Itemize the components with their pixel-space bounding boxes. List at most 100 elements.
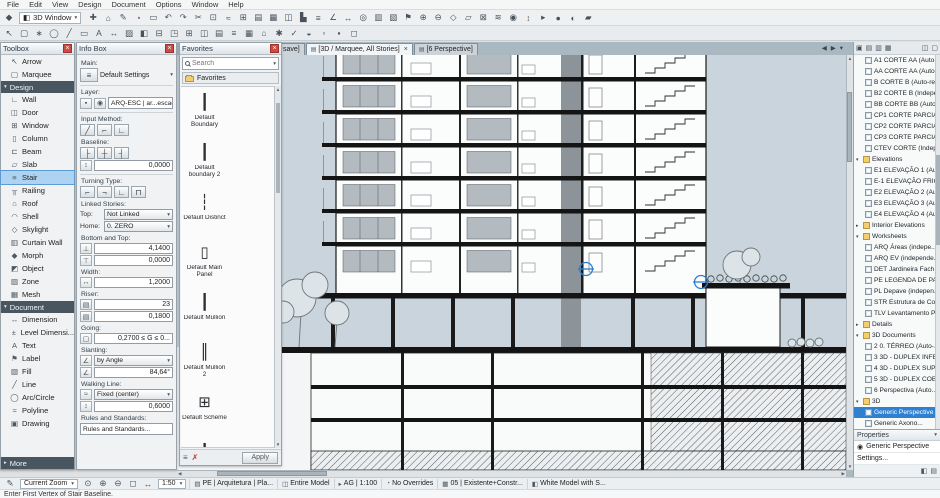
navigator-tree-item[interactable]: E2 ELEVAÇÃO 2 (Au... xyxy=(854,187,935,198)
menu-item[interactable]: Design xyxy=(73,0,106,10)
apply-button[interactable]: Apply xyxy=(242,452,278,464)
navigator-tree-item[interactable]: 5 3D - DUPLEX COBE... xyxy=(854,374,935,385)
navigator-scroll-thumb[interactable] xyxy=(936,155,940,245)
bottom-offset-field[interactable]: 4,1400 xyxy=(94,243,173,254)
toolbar-icon[interactable]: ▱ xyxy=(461,11,475,24)
toolbar-icon[interactable]: ▦ xyxy=(266,11,280,24)
toolbar-icon[interactable]: ▪ xyxy=(332,27,346,40)
navigator-map-icon[interactable]: ▦ xyxy=(885,44,892,52)
favorite-item[interactable]: ┆ Default Distinct xyxy=(181,187,228,237)
cancel-icon[interactable]: ✗ xyxy=(192,453,199,462)
navigator-tree-item[interactable]: B CORTE B (Auto-re... xyxy=(854,77,935,88)
toolbar-icon[interactable]: ✚ xyxy=(86,11,100,24)
quick-option-chip[interactable]: ◔ No Overrides xyxy=(381,479,437,489)
toolbar-icon[interactable]: ∗ xyxy=(32,27,46,40)
toolbar-icon[interactable]: ↶ xyxy=(161,11,175,24)
navigator-option-icon[interactable]: ▢ xyxy=(931,44,938,52)
width-field[interactable]: 1,2000 xyxy=(94,277,173,288)
favorites-scroll-thumb[interactable] xyxy=(276,103,280,193)
expand-arrow-icon[interactable]: ▾ xyxy=(856,157,861,163)
navigator-tree-item[interactable]: ARQ EV (independe... xyxy=(854,253,935,264)
toolbar-icon[interactable]: ≋ xyxy=(491,11,505,24)
slant-angle-field[interactable]: 84,64° xyxy=(94,367,173,378)
toolbar-icon[interactable]: ◎ xyxy=(356,11,370,24)
properties-footer-icon[interactable]: ◧ xyxy=(921,467,928,475)
toolbar-icon[interactable]: ∠ xyxy=(326,11,340,24)
expand-arrow-icon[interactable]: ▾ xyxy=(856,234,861,240)
toolbar-icon[interactable]: ◒ xyxy=(302,27,316,40)
top-link-dropdown[interactable]: Not Linked ▾ xyxy=(104,209,173,220)
toolbar-icon[interactable]: ≡ xyxy=(227,27,241,40)
toolbar-icon[interactable]: ↖ xyxy=(2,27,16,40)
toolbox-item[interactable]: ⌂ Roof xyxy=(1,197,74,210)
toolbox-item[interactable]: ± Level Dimensi... xyxy=(1,326,74,339)
toolbar-icon[interactable]: ⊖ xyxy=(431,11,445,24)
navigator-tree-item[interactable]: E3 ELEVAÇÃO 3 (Au... xyxy=(854,198,935,209)
toolbar-icon[interactable]: ◫ xyxy=(281,11,295,24)
navigator-tree-item[interactable]: ▾ 3D xyxy=(854,396,935,407)
toolbox-item[interactable]: ⊞ Window xyxy=(1,119,74,132)
scroll-down-icon[interactable]: ▼ xyxy=(276,442,280,447)
tab-scroll-icon[interactable]: ▾ xyxy=(840,44,843,52)
toolbox-item[interactable]: ▨ Zone xyxy=(1,275,74,288)
close-icon[interactable]: × xyxy=(165,44,174,53)
toolbox-item[interactable]: ▥ Curtain Wall xyxy=(1,236,74,249)
properties-footer-icon[interactable]: ▤ xyxy=(930,467,937,475)
menu-item[interactable]: Window xyxy=(187,0,224,10)
toolbar-icon[interactable]: ▤ xyxy=(251,11,265,24)
favorite-item[interactable]: ⊞ Default Scheme xyxy=(181,387,228,437)
layer-lock-icon[interactable]: ▪ xyxy=(80,98,92,109)
scroll-down-icon[interactable]: ▼ xyxy=(848,464,852,469)
toolbar-icon[interactable]: ⊞ xyxy=(182,27,196,40)
baseline-option[interactable]: ┼ xyxy=(97,147,112,159)
navigator-tree-item[interactable]: ▾ Elevations xyxy=(854,154,935,165)
navigator-tree-item[interactable]: 6 Perspectiva (Auto... xyxy=(854,385,935,396)
toolbar-icon[interactable]: ▸ xyxy=(536,11,550,24)
toolbox-item[interactable]: ⚑ Label xyxy=(1,352,74,365)
favorite-item[interactable]: ┃ Default Boundary xyxy=(181,87,228,137)
navigator-tree-item[interactable]: TLV Levantamento P... xyxy=(854,308,935,319)
favorite-item[interactable]: ┃ Default Mullion xyxy=(181,287,228,337)
toolbar-icon[interactable]: ↕ xyxy=(521,11,535,24)
search-input[interactable] xyxy=(192,60,271,67)
turning-type-option[interactable]: ¬ xyxy=(97,186,112,198)
navigator-map-icon[interactable]: ▥ xyxy=(875,44,882,52)
rules-selector[interactable]: Rules and Standards... xyxy=(80,423,173,435)
navigator-tree-item[interactable]: STR Estrutura de Co... xyxy=(854,297,935,308)
toolbar-icon[interactable]: ⊡ xyxy=(206,11,220,24)
toolbar-icon[interactable]: ● xyxy=(551,11,565,24)
quick-option-chip[interactable]: ▸ AG | 1:100 xyxy=(334,479,382,489)
toolbar-icon[interactable]: ◇ xyxy=(446,11,460,24)
toolbox-item[interactable]: ▱ Slab xyxy=(1,158,74,171)
expand-arrow-icon[interactable]: ▾ xyxy=(856,399,861,405)
toolbox-item[interactable]: ↔ Dimension xyxy=(1,313,74,326)
scroll-up-icon[interactable]: ▲ xyxy=(848,56,852,61)
navigator-tree-item[interactable]: E1 ELEVAÇÃO 1 (Au... xyxy=(854,165,935,176)
toolbar-icon[interactable]: ↔ xyxy=(341,11,355,24)
navigator-map-icon[interactable]: ▣ xyxy=(856,44,863,52)
tab-partial[interactable]: save] xyxy=(278,43,305,55)
close-icon[interactable]: × xyxy=(63,44,72,53)
settings-row[interactable]: Settings... xyxy=(854,453,940,465)
tab-scroll-icon[interactable]: ◀ xyxy=(822,44,827,52)
toolbox-item[interactable]: ≈ Polyline xyxy=(1,404,74,417)
toolbar-icon[interactable]: ≡ xyxy=(311,11,325,24)
toolbox-item[interactable]: ⊏ Beam xyxy=(1,145,74,158)
navigator-tree-item[interactable]: CTEV CORTE (Indep... xyxy=(854,143,935,154)
toolbox-item[interactable]: ◫ Door xyxy=(1,106,74,119)
scale-selector[interactable]: 1:50 ▾ xyxy=(158,479,186,489)
tab-perspective[interactable]: ▤ [6 Perspective] xyxy=(414,43,478,55)
turning-type-option[interactable]: ⊓ xyxy=(131,186,146,198)
toolbar-icon[interactable]: ◯ xyxy=(47,27,61,40)
input-method-option[interactable]: ∟ xyxy=(114,124,129,136)
navigator-tree-item[interactable]: Generic Perspective xyxy=(854,407,935,418)
toolbar-icon[interactable]: ▥ xyxy=(371,11,385,24)
toolbox-item[interactable]: ◩ Object xyxy=(1,262,74,275)
slanting-mode-dropdown[interactable]: by Angle ▾ xyxy=(94,355,173,366)
navigator-tree-item[interactable]: PL Depave (indepen... xyxy=(854,286,935,297)
baseline-option[interactable]: ┤ xyxy=(114,147,129,159)
navigator-option-icon[interactable]: ◫ xyxy=(922,44,929,52)
walking-line-mode-dropdown[interactable]: Fixed (center) ▾ xyxy=(94,389,173,400)
toolbox-item[interactable]: ▢ Marquee xyxy=(1,68,74,81)
toolbar-icon[interactable]: ◔ xyxy=(131,11,145,24)
